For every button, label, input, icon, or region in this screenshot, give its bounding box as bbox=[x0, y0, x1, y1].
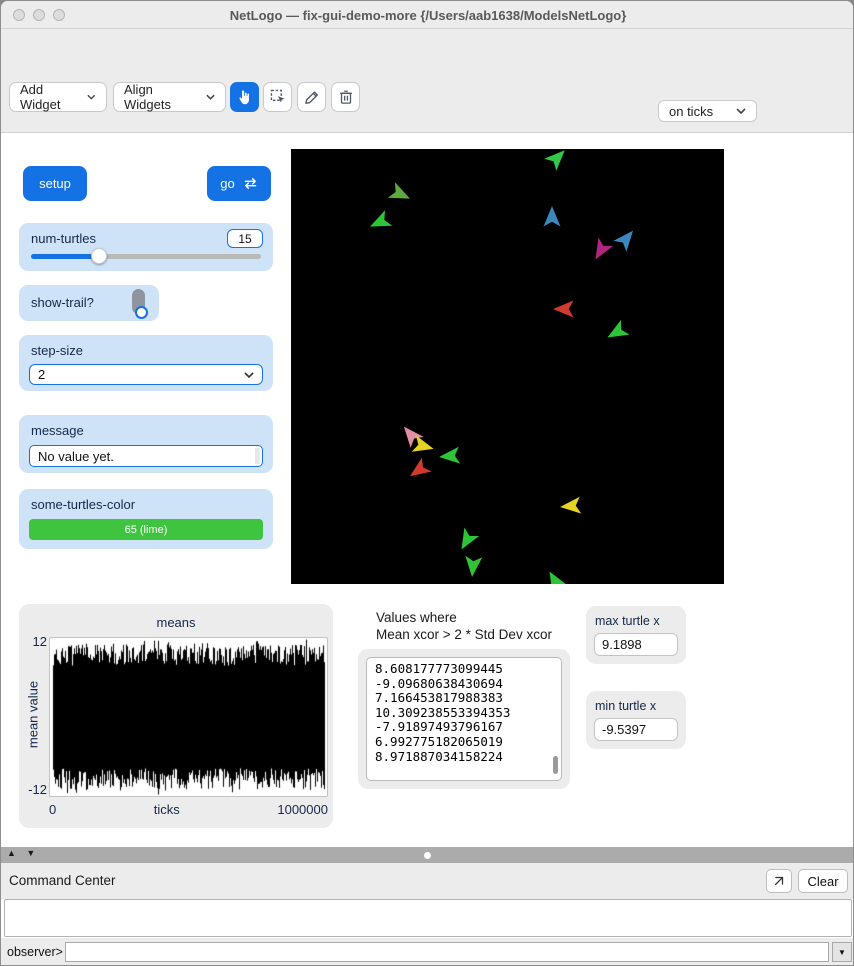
num-turtles-track[interactable] bbox=[31, 254, 261, 259]
output-scrollbar-thumb[interactable] bbox=[553, 756, 558, 774]
message-value: No value yet. bbox=[38, 448, 114, 464]
step-size-chooser-widget: step-size 2 bbox=[19, 335, 273, 391]
interface-canvas: setup go num-turtles 15 show-trail? step… bbox=[1, 133, 853, 847]
plot-ymin-label: -12 bbox=[28, 782, 47, 797]
command-center-input-row: observer> ▼ bbox=[1, 938, 853, 965]
max-turtle-x-value: 9.1898 bbox=[594, 633, 678, 656]
show-trail-switch-widget: show-trail? bbox=[19, 285, 159, 321]
color-input-widget: some-turtles-color 65 (lime) bbox=[19, 489, 273, 549]
step-size-dropdown[interactable]: 2 bbox=[29, 364, 263, 385]
go-button-label: go bbox=[220, 176, 235, 191]
command-center-header: Command Center Clear bbox=[1, 863, 853, 899]
output-widget: 8.608177773099445 -9.09680638430694 7.16… bbox=[358, 649, 570, 789]
command-center-title: Command Center bbox=[9, 873, 116, 888]
plot-xmax-label: 1000000 bbox=[277, 802, 328, 817]
marquee-select-icon bbox=[270, 89, 285, 103]
num-turtles-label: num-turtles bbox=[31, 231, 97, 246]
num-turtles-value[interactable]: 15 bbox=[227, 229, 263, 248]
plot-yaxis-label: mean value bbox=[25, 680, 41, 749]
message-input-widget: message No value yet. bbox=[19, 415, 273, 473]
select-widgets-tool-button[interactable] bbox=[263, 82, 292, 112]
edit-widget-tool-button[interactable] bbox=[297, 82, 326, 112]
max-turtle-x-label: max turtle x bbox=[595, 614, 660, 628]
setup-button[interactable]: setup bbox=[23, 166, 87, 201]
popout-arrow-icon bbox=[774, 876, 784, 886]
show-trail-label: show-trail? bbox=[31, 295, 94, 310]
input-scrollbar bbox=[255, 448, 260, 464]
min-turtle-x-monitor: min turtle x -9.5397 bbox=[586, 691, 686, 749]
min-turtle-x-value: -9.5397 bbox=[594, 718, 678, 741]
chevron-down-icon bbox=[736, 108, 746, 114]
command-input[interactable] bbox=[65, 942, 829, 962]
align-widgets-label: Align Widgets bbox=[124, 82, 171, 112]
show-trail-toggle-knob[interactable] bbox=[135, 306, 148, 319]
chevron-down-icon bbox=[206, 94, 215, 100]
step-size-value: 2 bbox=[38, 367, 46, 382]
output-note-line1: Values where bbox=[376, 610, 457, 625]
message-input[interactable]: No value yet. bbox=[29, 445, 263, 467]
add-widget-dropdown[interactable]: Add Widget bbox=[9, 82, 107, 112]
message-label: message bbox=[31, 423, 84, 438]
align-widgets-dropdown[interactable]: Align Widgets bbox=[113, 82, 226, 112]
toolbar: Add Widget Align Widgets on ticks bbox=[1, 63, 853, 185]
output-note-line2: Mean xcor > 2 * Std Dev xcor bbox=[376, 627, 552, 642]
plot-title: means bbox=[156, 615, 196, 630]
go-forever-button[interactable]: go bbox=[207, 166, 271, 201]
hand-pointer-icon bbox=[239, 89, 249, 104]
trash-icon bbox=[339, 90, 352, 104]
color-swatch-value: 65 (lime) bbox=[124, 523, 168, 536]
command-history-dropdown-button[interactable]: ▼ bbox=[832, 942, 852, 962]
update-mode-value: on ticks bbox=[669, 103, 714, 119]
popout-command-center-button[interactable] bbox=[766, 869, 792, 893]
world-view[interactable] bbox=[291, 149, 724, 584]
plot-xaxis-label: ticks bbox=[153, 802, 180, 817]
observer-prompt-label: observer> bbox=[7, 945, 63, 959]
setup-button-label: setup bbox=[39, 176, 71, 191]
window-title: NetLogo — fix-gui-demo-more {/Users/aab1… bbox=[229, 8, 627, 23]
max-turtle-x-monitor: max turtle x 9.1898 bbox=[586, 606, 686, 664]
means-plot-widget: means 12 mean value -12 0 ticks 1000000 bbox=[19, 604, 333, 828]
interact-hand-tool-button[interactable] bbox=[230, 82, 259, 112]
num-turtles-thumb[interactable] bbox=[91, 248, 107, 264]
step-size-label: step-size bbox=[31, 343, 84, 358]
output-values: 8.608177773099445 -9.09680638430694 7.16… bbox=[375, 661, 511, 764]
plot-canvas bbox=[50, 638, 327, 796]
plot-ymax-label: 12 bbox=[32, 634, 47, 649]
update-mode-dropdown[interactable]: on ticks bbox=[658, 100, 757, 122]
tab-bar: Interface Info Code bbox=[1, 29, 853, 89]
world-view-svg bbox=[370, 150, 634, 584]
plot-xmin-label: 0 bbox=[49, 802, 57, 817]
splitter-grip-icon[interactable] bbox=[424, 852, 431, 859]
add-widget-label: Add Widget bbox=[20, 82, 61, 112]
min-turtle-x-label: min turtle x bbox=[595, 699, 657, 713]
color-swatch-button[interactable]: 65 (lime) bbox=[29, 519, 263, 540]
command-center-output[interactable] bbox=[4, 899, 852, 937]
triangle-down-icon: ▼ bbox=[838, 947, 846, 957]
command-center-splitter[interactable]: ▲ ▼ bbox=[1, 847, 853, 863]
clear-button[interactable]: Clear bbox=[798, 869, 848, 893]
title-bar: NetLogo — fix-gui-demo-more {/Users/aab1… bbox=[1, 1, 853, 29]
pencil-icon bbox=[304, 91, 318, 104]
output-note: Values where Mean xcor > 2 * Std Dev xco… bbox=[376, 609, 552, 643]
num-turtles-slider-widget: num-turtles 15 bbox=[19, 223, 273, 271]
output-text-area[interactable]: 8.608177773099445 -9.09680638430694 7.16… bbox=[366, 657, 562, 781]
some-turtles-color-label: some-turtles-color bbox=[31, 497, 136, 512]
plot-area bbox=[49, 637, 328, 797]
splitter-collapse-expand-icons[interactable]: ▲ ▼ bbox=[7, 848, 39, 858]
delete-widget-tool-button[interactable] bbox=[331, 82, 360, 112]
chevron-down-icon bbox=[87, 94, 96, 100]
forever-loop-icon bbox=[244, 178, 257, 189]
chevron-down-icon bbox=[244, 371, 254, 378]
netlogo-window: NetLogo — fix-gui-demo-more {/Users/aab1… bbox=[0, 0, 854, 966]
